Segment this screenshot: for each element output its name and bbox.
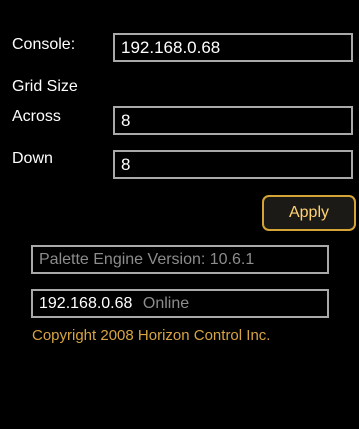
apply-button[interactable]: Apply: [262, 195, 356, 231]
console-address-input[interactable]: [113, 33, 353, 62]
engine-version-box: Palette Engine Version: 10.6.1: [31, 245, 329, 274]
grid-across-input[interactable]: [113, 106, 353, 135]
status-address: 192.168.0.68: [39, 295, 133, 312]
down-label: Down: [12, 150, 53, 167]
status-state: Online: [142, 295, 190, 312]
across-label: Across: [12, 108, 61, 125]
connection-status-box: 192.168.0.68 Online: [31, 289, 329, 318]
grid-size-heading: Grid Size: [12, 78, 78, 95]
grid-down-input[interactable]: [113, 150, 353, 179]
console-label: Console:: [12, 36, 76, 53]
copyright-text: Copyright 2008 Horizon Control Inc.: [32, 327, 271, 344]
